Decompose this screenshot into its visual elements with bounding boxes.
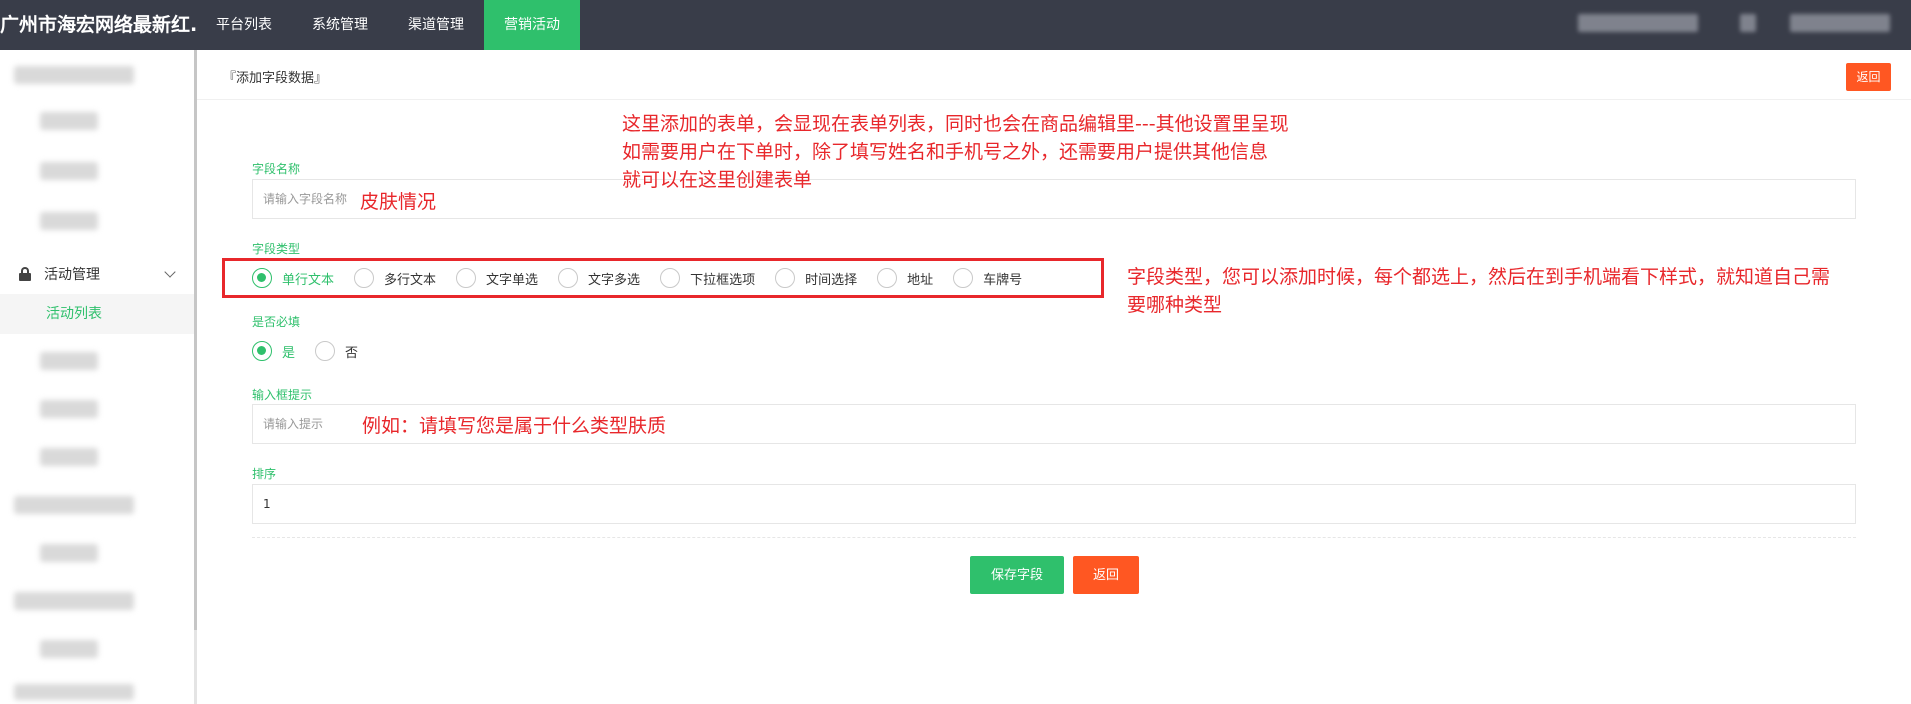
field-type-label: 字段类型 [252,242,301,256]
back-button-top[interactable]: 返回 [1846,63,1891,91]
radio-dot [315,341,336,361]
sort-input[interactable]: 1 [252,484,1856,524]
field-name-input[interactable]: 请输入字段名称 [252,179,1856,219]
nav-channel-management[interactable]: 渠道管理 [388,0,484,50]
back-button-bottom[interactable]: 返回 [1073,556,1139,594]
blurred-menu-item[interactable] [14,496,134,514]
field-name-label: 字段名称 [252,162,301,176]
annotation-hint-example: 例如：请填写您是属于什么类型肤质 [362,415,667,437]
sidebar-scrollbar[interactable] [194,50,197,630]
top-bar: 广州市海宏网络最新红... 平台列表 系统管理 渠道管理 营销活动 [0,0,1911,50]
lock-icon [18,267,32,281]
annotation-top-line-2: 如需要用户在下单时，除了填写姓名和手机号之外，还需要用户提供其他信息 [622,141,1269,163]
required-label: 是否必填 [252,315,301,329]
nav-system-management[interactable]: 系统管理 [292,0,388,50]
form-divider [252,537,1856,538]
page-header: 『添加字段数据』 [197,50,1911,100]
radio-dot [252,341,272,361]
sidebar-group-activity-management[interactable]: 活动管理 [0,254,194,294]
hint-label: 输入框提示 [252,388,313,402]
blurred-menu-item[interactable] [14,66,134,84]
blurred-menu-item[interactable] [40,448,98,466]
annotation-highlight-box [222,258,1104,298]
blurred-menu-item[interactable] [40,212,98,230]
radio-required-yes[interactable]: 是 [252,341,295,361]
blurred-menu-item[interactable] [14,684,134,700]
sort-label: 排序 [252,467,277,481]
blurred-menu-item[interactable] [40,112,98,130]
page-title: 『添加字段数据』 [223,71,328,86]
nav-marketing-activity[interactable]: 营销活动 [484,0,580,50]
blurred-menu-item[interactable] [40,640,98,658]
sidebar: 活动管理 活动列表 [0,50,196,704]
annotation-type-line-1: 字段类型，您可以添加时候，每个都选上，然后在到手机端看下样式，就知道自己需 [1127,266,1831,288]
blurred-menu-item[interactable] [40,162,98,180]
required-radio-group: 是 否 [252,339,378,363]
blurred-menu-item[interactable] [40,352,98,370]
sidebar-item-activity-list[interactable]: 活动列表 [0,294,194,334]
annotation-name-example: 皮肤情况 [360,191,437,213]
brand-title: 广州市海宏网络最新红... [0,14,196,36]
blurred-user-info [1578,14,1698,32]
annotation-top-line-1: 这里添加的表单，会显现在表单列表，同时也会在商品编辑里---其他设置里呈现 [622,113,1289,135]
save-field-button[interactable]: 保存字段 [970,556,1064,594]
blurred-account-name[interactable] [1790,14,1890,32]
blurred-user-badge [1740,14,1756,32]
blurred-menu-item[interactable] [14,592,134,610]
annotation-type-line-2: 要哪种类型 [1127,294,1223,316]
blurred-menu-item[interactable] [40,544,98,562]
sidebar-group-label: 活动管理 [44,267,100,283]
radio-required-no[interactable]: 否 [315,341,358,361]
chevron-down-icon [164,266,176,278]
annotation-top-line-3: 就可以在这里创建表单 [622,169,813,191]
top-nav: 平台列表 系统管理 渠道管理 营销活动 [196,0,580,50]
nav-platform-list[interactable]: 平台列表 [196,0,292,50]
blurred-menu-item[interactable] [40,400,98,418]
